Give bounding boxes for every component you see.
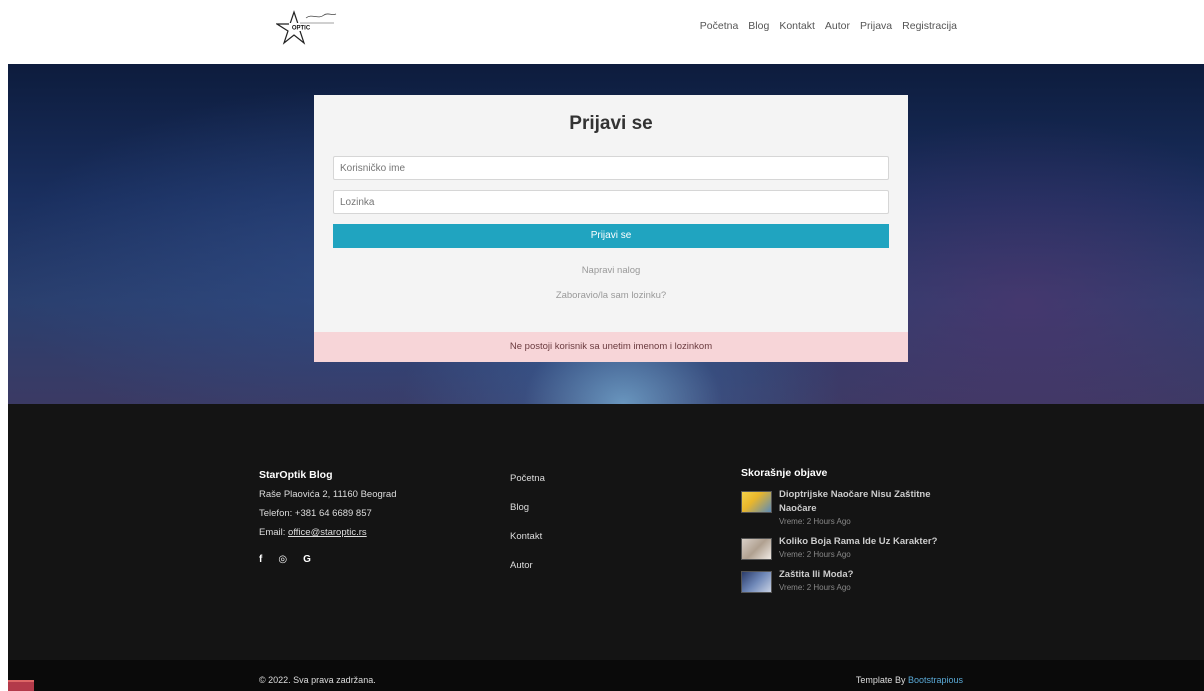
post-thumbnail[interactable]	[741, 491, 772, 513]
footer-links: Početna Blog Kontakt Autor	[510, 473, 545, 589]
post-thumbnail[interactable]	[741, 571, 772, 593]
post-title[interactable]: Zaštita Ili Moda?	[779, 568, 969, 582]
recent-posts: Skorašnje objave Dioptrijske Naočare Nis…	[741, 467, 969, 601]
bottom-bar	[8, 660, 1204, 691]
post-title[interactable]: Koliko Boja Rama Ide Uz Karakter?	[779, 535, 969, 549]
nav-registracija[interactable]: Registracija	[902, 20, 957, 32]
recent-post[interactable]: Koliko Boja Rama Ide Uz Karakter? Vreme:…	[741, 535, 969, 561]
logo-icon[interactable]: OPTIC	[276, 10, 338, 46]
forgot-password-link[interactable]: Zaboravio/la sam lozinku?	[314, 290, 908, 301]
login-error-alert: Ne postoji korisnik sa unetim imenom i l…	[314, 332, 908, 362]
footer-link-autor[interactable]: Autor	[510, 560, 545, 589]
footer-link-kontakt[interactable]: Kontakt	[510, 531, 545, 560]
template-credit-label: Template By	[855, 675, 908, 685]
footer-link-pocetna[interactable]: Početna	[510, 473, 545, 502]
svg-text:OPTIC: OPTIC	[292, 26, 311, 32]
instagram-icon[interactable]: ◎	[278, 550, 287, 569]
footer-brand: StarOptik Blog	[259, 469, 333, 481]
main-nav: Početna Blog Kontakt Autor Prijava Regis…	[700, 20, 957, 32]
footer-contact: StarOptik Blog Raše Plaovića 2, 11160 Be…	[259, 466, 397, 569]
login-title: Prijavi se	[569, 113, 653, 134]
template-author-link[interactable]: Bootstrapious	[908, 675, 963, 685]
nav-autor[interactable]: Autor	[825, 20, 850, 32]
post-title[interactable]: Dioptrijske Naočare Nisu Zaštitne Naočar…	[779, 488, 969, 516]
login-button[interactable]: Prijavi se	[333, 224, 889, 248]
footer-phone: Telefon: +381 64 6689 857	[259, 508, 372, 519]
footer-link-blog[interactable]: Blog	[510, 502, 545, 531]
copyright: © 2022. Sva prava zadržana.	[259, 675, 376, 685]
footer-email-link[interactable]: office@staroptic.rs	[288, 527, 367, 538]
facebook-icon[interactable]: f	[259, 550, 262, 569]
recent-posts-title: Skorašnje objave	[741, 467, 828, 479]
google-icon[interactable]: G	[303, 550, 311, 569]
social-links: f ◎ G	[259, 550, 397, 569]
site-header: OPTIC Početna Blog Kontakt Autor Prijava…	[0, 0, 1204, 62]
footer-email-label: Email:	[259, 527, 289, 538]
post-time: Vreme: 2 Hours Ago	[779, 583, 851, 592]
nav-blog[interactable]: Blog	[748, 20, 769, 32]
post-time: Vreme: 2 Hours Ago	[779, 517, 851, 526]
recent-post[interactable]: Zaštita Ili Moda? Vreme: 2 Hours Ago	[741, 568, 969, 594]
post-thumbnail[interactable]	[741, 538, 772, 560]
site-footer	[8, 404, 1204, 660]
footer-address: Raše Plaovića 2, 11160 Beograd	[259, 489, 397, 500]
password-input[interactable]	[333, 190, 889, 214]
recent-post[interactable]: Dioptrijske Naočare Nisu Zaštitne Naočar…	[741, 488, 969, 528]
nav-prijava[interactable]: Prijava	[860, 20, 892, 32]
nav-pocetna[interactable]: Početna	[700, 20, 739, 32]
footer-email-row: Email: office@staroptic.rs	[259, 523, 397, 542]
login-card: Prijavi se Prijavi se Napravi nalog Zabo…	[314, 95, 908, 332]
post-time: Vreme: 2 Hours Ago	[779, 550, 851, 559]
nav-kontakt[interactable]: Kontakt	[779, 20, 815, 32]
corner-badge-icon[interactable]	[8, 680, 34, 691]
register-link[interactable]: Napravi nalog	[314, 265, 908, 276]
username-input[interactable]	[333, 156, 889, 180]
template-credit: Template By Bootstrapious	[856, 675, 963, 685]
